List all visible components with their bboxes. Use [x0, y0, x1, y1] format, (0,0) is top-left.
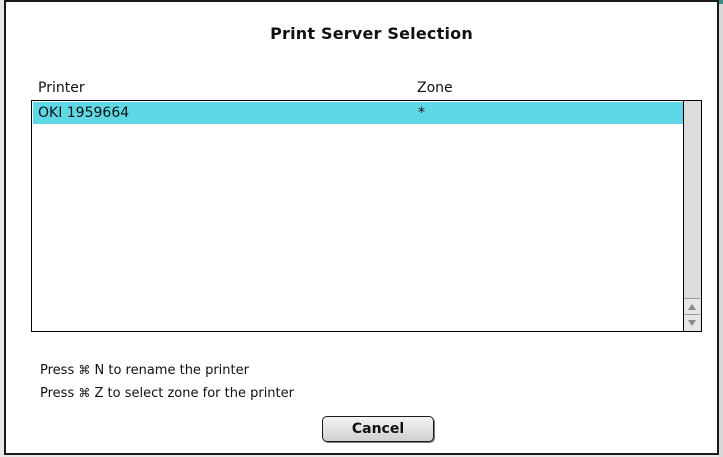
- print-server-dialog: Print Server Selection Printer Zone OKI …: [4, 0, 719, 455]
- instructions: Press ⌘ N to rename the printer Press ⌘ …: [40, 359, 294, 405]
- vertical-scrollbar[interactable]: [683, 101, 701, 331]
- column-header-zone: Zone: [417, 80, 453, 96]
- command-key-icon: ⌘: [78, 363, 91, 377]
- scroll-down-button[interactable]: [684, 314, 700, 331]
- triangle-up-icon: [688, 304, 696, 310]
- scroll-up-button[interactable]: [684, 298, 700, 315]
- rename-prefix: Press: [40, 363, 75, 378]
- zone-instruction: Press ⌘ Z to select zone for the printer: [40, 382, 294, 405]
- zone-prefix: Press: [40, 386, 75, 401]
- command-key-icon: ⌘: [78, 386, 91, 400]
- column-header-printer: Printer: [38, 80, 85, 96]
- cancel-button[interactable]: Cancel: [322, 416, 434, 442]
- zone-suffix: Z to select zone for the printer: [94, 386, 295, 401]
- printer-list[interactable]: OKI 1959664 *: [31, 100, 702, 332]
- printer-name: OKI 1959664: [38, 105, 130, 121]
- rename-instruction: Press ⌘ N to rename the printer: [40, 359, 294, 382]
- triangle-down-icon: [688, 320, 696, 326]
- window-edge: [719, 0, 723, 457]
- printer-list-area: OKI 1959664 *: [33, 102, 684, 330]
- dialog-title: Print Server Selection: [270, 24, 473, 43]
- rename-suffix: N to rename the printer: [94, 363, 249, 378]
- printer-zone: *: [418, 105, 425, 121]
- printer-row[interactable]: OKI 1959664 *: [33, 102, 684, 124]
